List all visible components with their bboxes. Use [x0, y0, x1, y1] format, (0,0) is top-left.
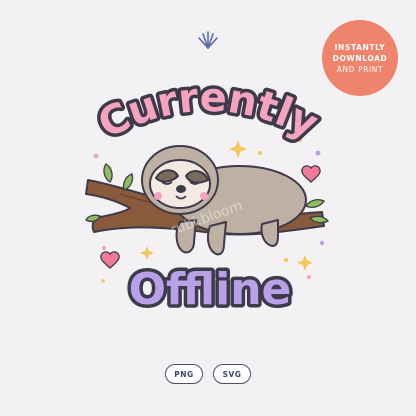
sloth-illustration: rubi.bloom Currently Currently Offline O…: [85, 71, 330, 319]
format-pills: PNG SVG: [0, 364, 416, 384]
title-top-path: Currently: [91, 75, 325, 148]
title-bottom: Offline: [129, 264, 292, 315]
svg-format-pill: SVG: [213, 364, 251, 384]
title-top: Currently: [91, 75, 325, 148]
png-format-pill: PNG: [165, 364, 203, 384]
sloth: [141, 145, 307, 256]
